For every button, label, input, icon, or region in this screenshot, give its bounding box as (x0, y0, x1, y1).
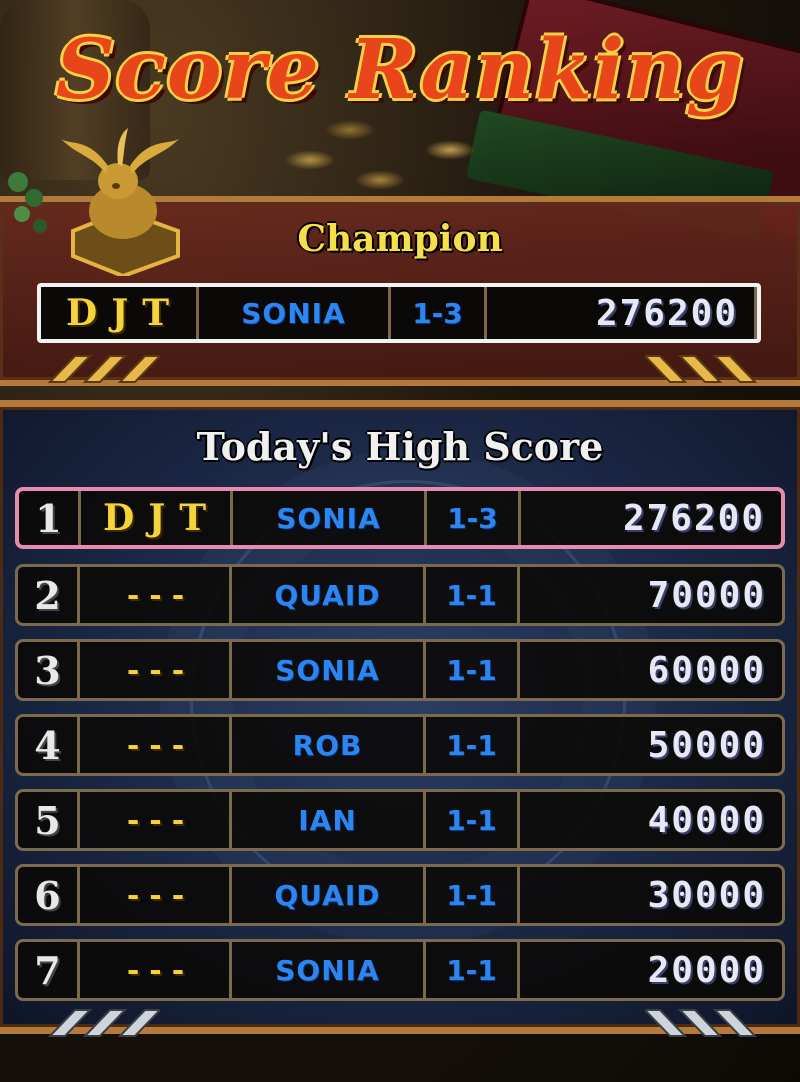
character-name: ROB (232, 717, 426, 773)
stage-reached: 1-1 (426, 792, 520, 848)
table-row: 1 DJT SONIA 1-3 276200 (15, 487, 785, 549)
score-value: 70000 (647, 574, 766, 616)
player-initials: --- (80, 792, 232, 848)
rank-number: 2 (18, 567, 80, 623)
table-row: 5 --- IAN 1-1 40000 (15, 789, 785, 851)
rank-number: 3 (18, 642, 80, 698)
character-name: SONIA (232, 642, 426, 698)
rank-number: 5 (18, 792, 80, 848)
rank-number: 6 (18, 867, 80, 923)
rank-number: 7 (18, 942, 80, 998)
player-initials: --- (80, 942, 232, 998)
table-row: 4 --- ROB 1-1 50000 (15, 714, 785, 776)
character-name: QUAID (232, 567, 426, 623)
stage-reached: 1-3 (427, 491, 521, 545)
champion-row: DJT SONIA 1-3 276200 (37, 283, 761, 343)
left-slash-ornament-icon (47, 355, 160, 383)
character-name: QUAID (232, 867, 426, 923)
stage-reached: 1-1 (426, 942, 520, 998)
rank-number: 4 (18, 717, 80, 773)
player-initials: --- (80, 567, 232, 623)
stage-reached: 1-1 (426, 717, 520, 773)
character-name: SONIA (233, 491, 427, 545)
green-vine-icon (8, 172, 47, 233)
champion-score: 276200 (487, 287, 757, 339)
champion-name: SONIA (199, 287, 391, 339)
gold-statue-icon (60, 128, 180, 276)
high-score-label: Today's High Score (196, 424, 604, 469)
table-row: 2 --- QUAID 1-1 70000 (15, 564, 785, 626)
score-value: 60000 (647, 649, 766, 691)
champion-stage: 1-3 (391, 287, 487, 339)
score-value: 40000 (647, 799, 766, 841)
table-row: 6 --- QUAID 1-1 30000 (15, 864, 785, 926)
player-initials: DJT (81, 491, 233, 545)
left-silver-slash-ornament-icon (47, 1009, 160, 1037)
rank-number: 1 (19, 491, 81, 545)
table-row: 7 --- SONIA 1-1 20000 (15, 939, 785, 1001)
player-initials: --- (80, 717, 232, 773)
right-silver-slash-ornament-icon (645, 1009, 758, 1037)
character-name: IAN (232, 792, 426, 848)
score-value: 30000 (647, 874, 766, 916)
score-value: 50000 (647, 724, 766, 766)
stage-reached: 1-1 (426, 867, 520, 923)
player-initials: --- (80, 867, 232, 923)
table-row: 3 --- SONIA 1-1 60000 (15, 639, 785, 701)
character-name: SONIA (232, 942, 426, 998)
page-title: Score Ranking (55, 22, 745, 118)
champion-initials: DJT (41, 287, 199, 339)
right-slash-ornament-icon (645, 355, 758, 383)
stage-reached: 1-1 (426, 567, 520, 623)
player-initials: --- (80, 642, 232, 698)
score-value: 20000 (647, 949, 766, 991)
score-value: 276200 (622, 497, 765, 539)
stage-reached: 1-1 (426, 642, 520, 698)
